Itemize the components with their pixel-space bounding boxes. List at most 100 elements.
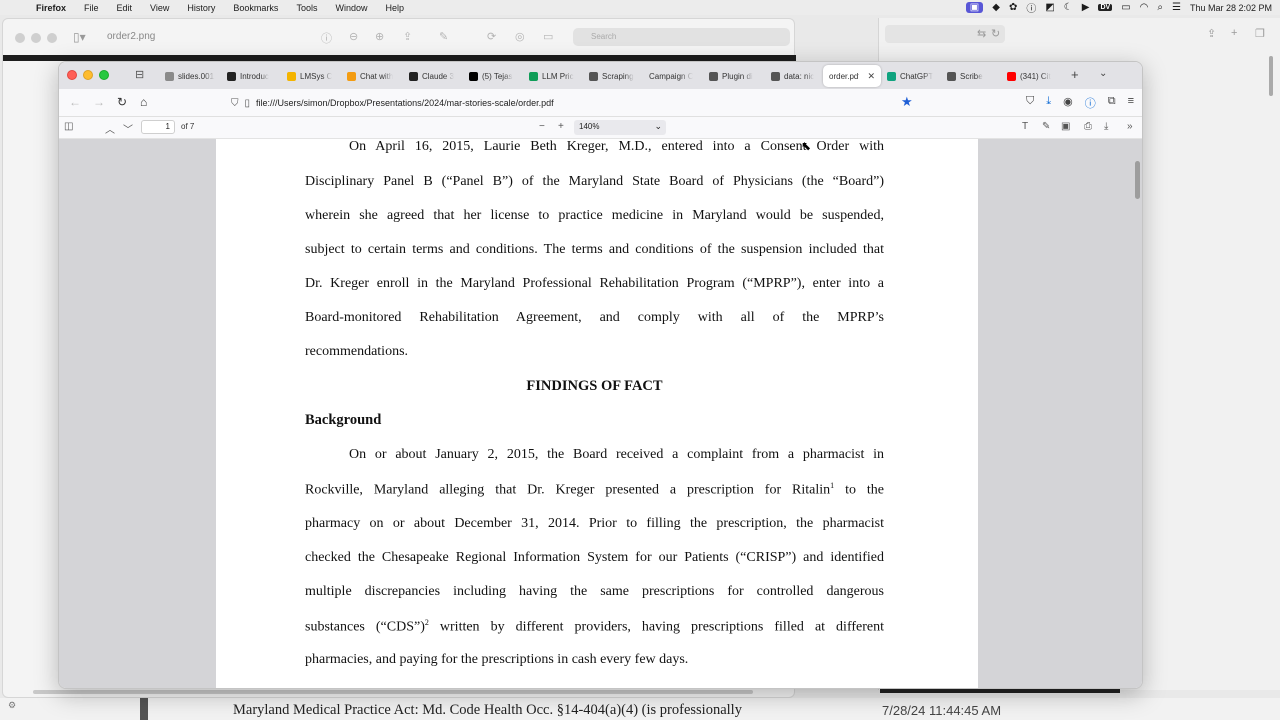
settings-icon[interactable]: ⚙ (8, 700, 16, 711)
url-bar[interactable]: ⛉ ▯ file:///Users/simon/Dropbox/Presenta… (231, 93, 931, 113)
tab[interactable]: Claude 3 (403, 65, 463, 87)
bookmark-star-icon[interactable]: ★ (901, 94, 913, 110)
onepassword-icon[interactable]: ⓘ (1026, 0, 1036, 15)
tab-label: (5) Tejas (482, 71, 513, 81)
tab[interactable]: ChatGPT (881, 65, 941, 87)
tab[interactable]: order.pdf ✕ (823, 65, 881, 87)
moon-icon[interactable]: ☾ (1064, 2, 1073, 13)
tab[interactable]: LLM Pric (523, 65, 583, 87)
tab[interactable]: Plugin di (703, 65, 765, 87)
annotate-icon[interactable]: ◎ (515, 30, 525, 43)
spotlight-icon[interactable]: ⌕ (1157, 2, 1163, 13)
clock[interactable]: Thu Mar 28 2:02 PM (1190, 3, 1272, 13)
image-tool-icon[interactable]: ▣ (1061, 121, 1070, 132)
play-icon[interactable]: ▶ (1082, 2, 1090, 13)
tab-label: Campaign C (649, 71, 694, 81)
menu-tools[interactable]: Tools (287, 3, 326, 13)
sidebar-toggle-icon[interactable]: ▯▾ (73, 30, 86, 44)
control-center-icon[interactable]: ☰ (1172, 2, 1181, 13)
horizontal-scrollbar[interactable] (33, 690, 753, 694)
menu-history[interactable]: History (178, 3, 224, 13)
share-icon[interactable]: ⇪ (403, 30, 412, 43)
search-field[interactable]: Search (573, 28, 790, 46)
minimize-window-button[interactable] (83, 70, 93, 80)
vertical-scrollbar[interactable] (1135, 161, 1140, 199)
zoom-in-icon[interactable]: ⊕ (375, 30, 384, 43)
home-icon[interactable]: ⌂ (140, 95, 147, 109)
onepassword-icon[interactable]: ⓘ (1085, 95, 1096, 111)
tab[interactable]: (5) Tejas (463, 65, 523, 87)
tab[interactable]: Chat with (341, 65, 403, 87)
firefox-view-icon[interactable]: ⊟ (135, 68, 144, 81)
chat-icon (347, 71, 356, 81)
background-url-field[interactable] (885, 25, 1005, 43)
info-icon[interactable]: ⓘ (321, 30, 332, 46)
zoom-out-icon[interactable]: ⊖ (349, 30, 358, 43)
menu-view[interactable]: View (141, 3, 178, 13)
markup-icon[interactable]: ✎ (439, 30, 448, 43)
tab[interactable]: slides.001.p (159, 65, 221, 87)
print-icon[interactable]: ⎙ (1084, 121, 1092, 132)
tab-label: data: nic (784, 71, 815, 81)
menu-window[interactable]: Window (326, 3, 376, 13)
forward-icon[interactable]: → (93, 95, 105, 109)
menu-help[interactable]: Help (376, 3, 413, 13)
zoom-window-button[interactable] (99, 70, 109, 80)
draw-tool-icon[interactable]: ✎ (1042, 121, 1050, 132)
translate-icon[interactable]: ⇆ (977, 27, 986, 40)
pdf-viewport[interactable]: On April 16, 2015, Laurie Beth Kreger, M… (59, 139, 1142, 688)
list-all-tabs-icon[interactable]: ⌄ (1099, 68, 1107, 79)
dv-icon[interactable]: DV (1098, 4, 1113, 11)
page-icon[interactable]: ▯ (245, 98, 251, 109)
tab[interactable]: Scraping (583, 65, 643, 87)
tab[interactable]: Campaign C (643, 65, 703, 87)
sidebar-toggle-icon[interactable]: ◫ (64, 121, 73, 132)
new-tab-icon[interactable]: + (1231, 27, 1237, 39)
rotate-icon[interactable]: ⟳ (487, 30, 496, 43)
tab[interactable]: Introduc (221, 65, 281, 87)
paw-icon[interactable]: ✿ (1009, 2, 1017, 13)
save-icon[interactable]: ⤓ (1104, 121, 1108, 132)
previous-page-icon[interactable]: ︿ (105, 121, 115, 136)
extensions-icon[interactable]: ⧉ (1108, 95, 1116, 111)
tracking-protection-icon[interactable]: ⛉ (231, 98, 239, 109)
menu-file[interactable]: File (75, 3, 108, 13)
menu-bookmarks[interactable]: Bookmarks (224, 3, 287, 13)
menu-icon[interactable]: ≡ (1128, 95, 1134, 111)
back-icon[interactable]: ← (69, 95, 81, 109)
downloads-icon[interactable]: ⤓ (1046, 95, 1051, 111)
wifi-icon[interactable]: ◠ (1140, 2, 1149, 13)
menu-app-name[interactable]: Firefox (30, 3, 75, 13)
tab-label: Scribe (960, 71, 983, 81)
tab[interactable]: Scribe (941, 65, 1001, 87)
tab[interactable]: data: nic (765, 65, 823, 87)
account-icon[interactable]: ◉ (1063, 95, 1073, 111)
tab[interactable]: LMSys C (281, 65, 341, 87)
battery-icon[interactable]: ▭ (1121, 2, 1130, 13)
form-icon[interactable]: ▭ (543, 30, 553, 43)
zoom-select[interactable]: 140% ⌄ (574, 120, 666, 135)
pocket-icon[interactable]: ⛉ (1026, 95, 1034, 111)
tab[interactable]: (341) Cit (1001, 65, 1063, 87)
reload-icon[interactable]: ↻ (991, 27, 1000, 40)
screen-share-icon[interactable]: ▣ (965, 2, 984, 13)
new-tab-button[interactable]: + (1071, 67, 1079, 82)
reload-icon[interactable]: ↻ (117, 95, 127, 109)
dropbox-icon[interactable]: ◆ (992, 2, 1000, 13)
menu-edit[interactable]: Edit (108, 3, 142, 13)
zoom-in-icon[interactable]: + (558, 121, 564, 132)
next-page-icon[interactable]: ﹀ (123, 121, 133, 136)
screenshot-icon[interactable]: ◩ (1045, 2, 1054, 13)
tabs-icon[interactable]: ❐ (1255, 27, 1265, 40)
url-text[interactable]: file:///Users/simon/Dropbox/Presentation… (256, 98, 554, 108)
zoom-out-icon[interactable]: − (539, 121, 545, 132)
close-window-button[interactable] (67, 70, 77, 80)
tools-menu-icon[interactable]: » (1127, 121, 1133, 132)
text-tool-icon[interactable]: T (1022, 121, 1028, 132)
subsection-heading: Background (305, 412, 382, 428)
share-icon[interactable]: ⇪ (1207, 27, 1216, 40)
menu-bar: Firefox File Edit View History Bookmarks… (0, 0, 1280, 15)
scroll-thumb[interactable] (1269, 56, 1273, 96)
close-tab-icon[interactable]: ✕ (867, 71, 875, 82)
page-number-input[interactable]: 1 (141, 120, 175, 134)
